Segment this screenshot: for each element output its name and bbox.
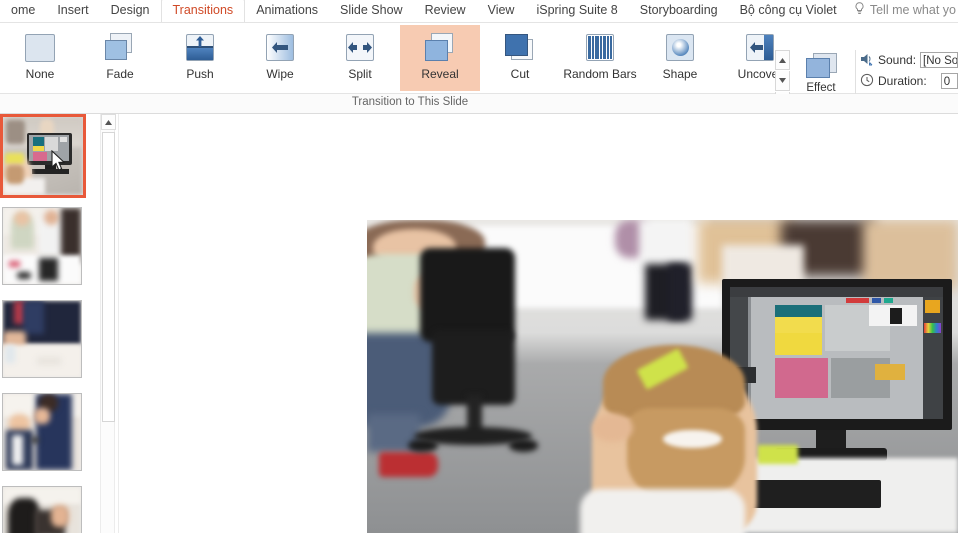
transition-cut-icon: [500, 31, 540, 65]
workspace: u nic U: [0, 114, 958, 533]
gallery-scroll-down-button[interactable]: [775, 71, 790, 91]
tab-storyboarding[interactable]: Storyboarding: [629, 0, 729, 22]
powerpoint-window: ome Insert Design Transitions Animations Slid…: [0, 0, 958, 533]
transition-random-bars-icon: [580, 31, 620, 65]
tab-animations[interactable]: Animations: [245, 0, 329, 22]
transition-push-button[interactable]: Push: [160, 25, 240, 91]
tell-me-search[interactable]: Tell me what yo: [854, 2, 956, 18]
ribbon-tabs: ome Insert Design Transitions Animations Slid…: [0, 0, 958, 22]
slide-thumbnail-3-image: [3, 301, 81, 377]
transition-split-icon: [340, 31, 380, 65]
transition-fade-button[interactable]: Fade: [80, 25, 160, 91]
lightbulb-icon: [854, 2, 865, 18]
slide-thumbnail-pane[interactable]: [0, 114, 96, 533]
current-slide[interactable]: u nic U: [367, 220, 958, 533]
tab-design[interactable]: Design: [100, 0, 161, 22]
effect-options-icon: [803, 50, 839, 80]
mouse-cursor-icon: [51, 149, 68, 178]
transition-label: Cut: [510, 67, 530, 81]
sound-row: Sound: [No So: [860, 49, 958, 70]
transition-wipe-icon: [260, 31, 300, 65]
sound-label: Sound:: [878, 52, 917, 67]
tab-bo-cong-cu-violet[interactable]: Bộ công cụ Violet: [729, 0, 848, 22]
sound-select[interactable]: [No So: [920, 51, 958, 68]
slide-thumbnail-5-image: [3, 487, 81, 533]
clock-icon: [860, 73, 875, 88]
duration-label: Duration:: [878, 73, 927, 88]
gallery-scroll-up-button[interactable]: [775, 50, 790, 70]
transition-label: Random Bars: [563, 67, 637, 81]
slide-thumbnail-4-image: [3, 394, 81, 470]
tab-ispring-suite-8[interactable]: iSpring Suite 8: [525, 0, 628, 22]
scrollbar-thumb[interactable]: [102, 132, 115, 422]
transition-label: Push: [186, 67, 214, 81]
transition-shape-icon: [660, 31, 700, 65]
transition-none-button[interactable]: None: [0, 25, 80, 91]
effect-options-label-line1: Effect: [806, 82, 836, 94]
ribbon: None Fade Push Wipe Split Reveal Cut Random Bar…: [0, 22, 958, 112]
transition-gallery[interactable]: None Fade Push Wipe Split Reveal Cut Random Bar…: [0, 25, 800, 93]
transition-cut-button[interactable]: Cut: [480, 25, 560, 91]
transition-push-icon: [180, 31, 220, 65]
transition-group-caption: Transition to This Slide: [351, 96, 469, 108]
tab-insert[interactable]: Insert: [46, 0, 99, 22]
slide-thumbnail-3[interactable]: [2, 300, 82, 378]
ribbon-tab-strip: ome Insert Design Transitions Animations Slid…: [0, 0, 958, 22]
tell-me-text: Tell me what yo: [869, 3, 956, 17]
tab-review[interactable]: Review: [414, 0, 477, 22]
tab-view[interactable]: View: [477, 0, 526, 22]
transition-label: None: [25, 67, 55, 81]
slide-thumbnail-5[interactable]: [2, 486, 82, 533]
slide-editing-area[interactable]: u nic U: [119, 114, 958, 533]
slide-thumbnail-2[interactable]: [2, 207, 82, 285]
transition-random-bars-button[interactable]: Random Bars: [560, 25, 640, 91]
transition-wipe-button[interactable]: Wipe: [240, 25, 320, 91]
sound-speaker-icon: [860, 52, 875, 67]
ribbon-group-caption-bar: Transition to This Slide: [0, 94, 958, 114]
tab-slide-show[interactable]: Slide Show: [329, 0, 414, 22]
scrollbar-up-arrow-button[interactable]: [101, 114, 116, 130]
thumbnail-pane-scrollbar[interactable]: [100, 114, 116, 533]
transition-label: Reveal: [421, 67, 459, 81]
transition-reveal-button[interactable]: Reveal: [400, 25, 480, 91]
slide-thumbnail-1[interactable]: [0, 114, 86, 198]
transition-shape-button[interactable]: Shape: [640, 25, 720, 91]
transition-label: Wipe: [266, 67, 294, 81]
slide-thumbnail-2-image: [3, 208, 81, 284]
tab-home[interactable]: ome: [0, 0, 46, 22]
slide-thumbnail-1-image: [3, 117, 83, 195]
transition-fade-icon: [100, 31, 140, 65]
transition-label: Shape: [662, 67, 698, 81]
duration-row: Duration: 0: [860, 70, 958, 91]
slide-thumbnail-4[interactable]: [2, 393, 82, 471]
transition-label: Split: [348, 67, 372, 81]
transition-split-button[interactable]: Split: [320, 25, 400, 91]
transition-label: Fade: [106, 67, 134, 81]
transition-none-icon: [20, 31, 60, 65]
tab-transitions[interactable]: Transitions: [160, 0, 246, 22]
transition-reveal-icon: [420, 31, 460, 65]
transition-uncover-icon: [740, 31, 780, 65]
duration-input[interactable]: 0: [940, 72, 958, 89]
